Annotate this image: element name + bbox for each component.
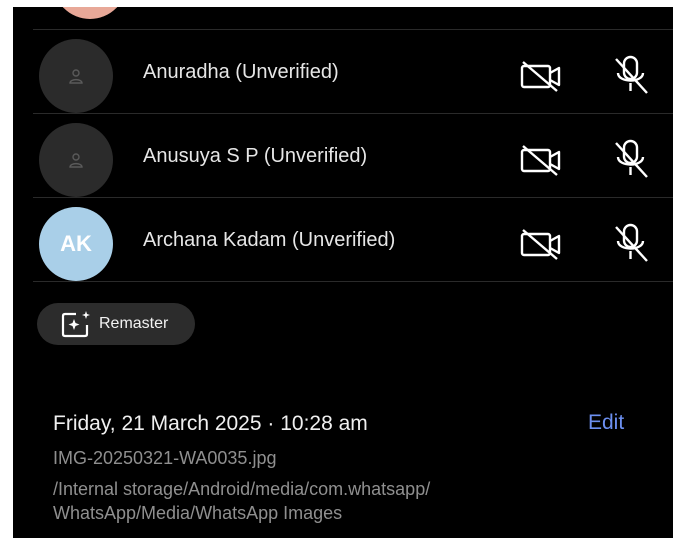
divider [33,281,673,282]
participant-row: Anusuya S P (Unverified) [13,115,673,199]
mic-off-icon[interactable] [611,221,651,265]
camera-off-icon[interactable] [519,227,563,261]
edit-button[interactable]: Edit [588,411,624,435]
participant-name: Anusuya S P (Unverified) [143,145,368,167]
file-path: /Internal storage/Android/media/com.what… [53,479,431,523]
photo-date: Friday, 21 March 2025 · 10:28 am [53,412,368,435]
remaster-button[interactable]: Remaster [37,303,195,345]
divider [33,29,673,30]
camera-off-icon[interactable] [519,59,563,93]
camera-off-icon[interactable] [519,143,563,177]
avatar [39,123,113,197]
person-icon [69,153,83,168]
divider [33,197,673,198]
screenshot-viewer: Anuradha (Unverified) Anusuya S P (Unver… [13,7,673,538]
sparkle-image-icon [61,311,90,338]
remaster-label: Remaster [99,315,169,332]
file-name: IMG-20250321-WA0035.jpg [53,448,277,468]
participant-row: Anuradha (Unverified) [13,31,673,115]
avatar [39,39,113,113]
participant-row: AK Archana Kadam (Unverified) [13,199,673,283]
avatar: AK [39,207,113,281]
participant-name: Archana Kadam (Unverified) [143,229,396,251]
avatar-initials: AK [60,231,92,256]
mic-off-icon[interactable] [611,53,651,97]
participant-name: Anuradha (Unverified) [143,61,339,83]
mic-off-icon[interactable] [611,137,651,181]
avatar-partial [53,7,127,19]
divider [33,113,673,114]
person-icon [69,69,83,84]
